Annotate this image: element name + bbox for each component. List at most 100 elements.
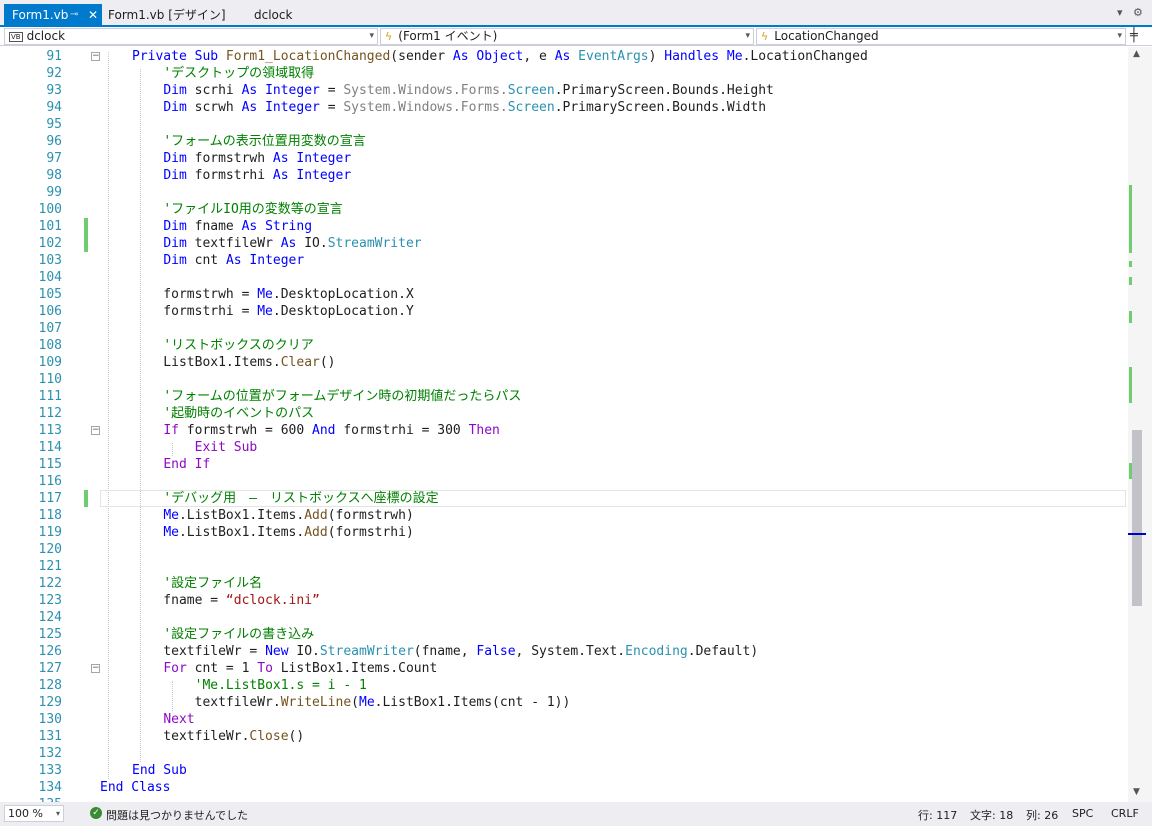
code-line[interactable]: 115 End If [0,456,1128,473]
code-line[interactable]: 109 ListBox1.Items.Clear() [0,354,1128,371]
code-line[interactable]: 129 textfileWr.WriteLine(Me.ListBox1.Ite… [0,694,1128,711]
code-line[interactable]: 104 [0,269,1128,286]
tab-dclock[interactable]: dclock [246,4,326,26]
code-line[interactable]: 114 Exit Sub [0,439,1128,456]
tab-form1-vb[interactable]: Form1.vb ⊸ ✕ [4,4,102,26]
code-line[interactable]: 103 Dim cnt As Integer [0,252,1128,269]
line-number: 98 [46,168,62,183]
scroll-down-icon[interactable]: ▼ [1133,787,1140,797]
code-line[interactable]: 134 End Class [0,779,1128,796]
line-ending-indicator[interactable]: CRLF [1111,807,1139,820]
code-line[interactable]: 116 [0,473,1128,490]
line-number: 102 [38,236,62,251]
code-line[interactable]: 110 [0,371,1128,388]
code-text: ListBox1.Items.Clear() [132,355,336,370]
gear-icon[interactable]: ⚙ [1133,6,1143,19]
code-line[interactable]: 124 [0,609,1128,626]
code-text: formstrwh = Me.DesktopLocation.X [132,287,414,302]
code-line[interactable]: 99 [0,184,1128,201]
scroll-up-icon[interactable]: ▲ [1133,49,1140,59]
vertical-scrollbar[interactable]: ▲ ▼ [1128,47,1152,802]
code-line[interactable]: 93 Dim scrhi As Integer = System.Windows… [0,82,1128,99]
code-line[interactable]: 97 Dim formstrwh As Integer [0,150,1128,167]
code-line[interactable]: 122 '設定ファイル名 [0,575,1128,592]
line-number: 105 [38,287,62,302]
tab-label: Form1.vb [12,8,69,22]
line-number: 130 [38,712,62,727]
code-text: '設定ファイルの書き込み [163,627,315,642]
code-line[interactable]: 105 formstrwh = Me.DesktopLocation.X [0,286,1128,303]
member-dropdown[interactable]: ϟ LocationChanged ▾ [756,28,1126,45]
project-dropdown[interactable]: VB dclock ▾ [4,28,378,45]
line-number: 104 [38,270,62,285]
code-line[interactable]: 107 [0,320,1128,337]
code-line[interactable]: 98 Dim formstrhi As Integer [0,167,1128,184]
tab-form1-design[interactable]: Form1.vb [デザイン] [100,4,240,26]
code-line[interactable]: 94 Dim scrwh As Integer = System.Windows… [0,99,1128,116]
code-line[interactable]: 113 − If formstrwh = 600 And formstrhi = … [0,422,1128,439]
code-line[interactable]: 123 fname = “dclock.ini” [0,592,1128,609]
tab-label: Form1.vb [デザイン] [108,8,226,22]
line-number: 122 [38,576,62,591]
code-line[interactable]: 131 textfileWr.Close() [0,728,1128,745]
code-line[interactable]: 120 [0,541,1128,558]
change-marker [1129,311,1132,323]
code-line[interactable]: 127 − For cnt = 1 To ListBox1.Items.Count [0,660,1128,677]
code-line[interactable]: 126 textfileWr = New IO.StreamWriter(fna… [0,643,1128,660]
collapse-icon[interactable]: − [91,664,100,673]
scrollbar-thumb[interactable] [1132,430,1142,606]
code-text: Dim fname As String [163,219,313,234]
code-line[interactable]: 112 '起動時のイベントのパス [0,405,1128,422]
check-icon[interactable]: ✓ [90,807,102,819]
change-marker [1129,261,1132,267]
code-text: 'デバッグ用 — リストボックスへ座標の設定 [163,491,439,506]
line-number: 103 [38,253,62,268]
chevron-down-icon: ▾ [369,31,374,41]
code-text: Me.ListBox1.Items.Add(formstrhi) [163,525,414,540]
code-line[interactable]: 92 'デスクトップの領域取得 [0,65,1128,82]
collapse-icon[interactable]: − [91,426,100,435]
code-line[interactable]: 96 'フォームの表示位置用変数の宣言 [0,133,1128,150]
code-line[interactable]: 117 'デバッグ用 — リストボックスへ座標の設定 [0,490,1128,507]
code-line[interactable]: 108 'リストボックスのクリア [0,337,1128,354]
code-editor[interactable]: 91 − Private Sub Form1_LocationChanged(sen… [0,47,1128,802]
code-line[interactable]: 101 Dim fname As String [0,218,1128,235]
code-line[interactable]: 128 'Me.ListBox1.s = i - 1 [0,677,1128,694]
code-line[interactable]: 119 Me.ListBox1.Items.Add(formstrhi) [0,524,1128,541]
close-icon[interactable]: ✕ [88,4,98,26]
code-line[interactable]: 118 Me.ListBox1.Items.Add(formstrwh) [0,507,1128,524]
code-line[interactable]: 130 Next [0,711,1128,728]
tab-list-dropdown-icon[interactable]: ▾ [1117,6,1123,19]
code-line[interactable]: 111 'フォームの位置がフォームデザイン時の初期値だったらパス [0,388,1128,405]
collapse-icon[interactable]: − [91,52,100,61]
split-window-icon[interactable]: ╪ [1130,28,1138,43]
code-text: End Sub [132,763,187,778]
code-line[interactable]: 133 End Sub [0,762,1128,779]
code-line[interactable]: 102 Dim textfileWr As IO.StreamWriter [0,235,1128,252]
code-text: For cnt = 1 To ListBox1.Items.Count [163,661,438,676]
code-text: fname = “dclock.ini” [132,593,320,608]
line-number: 100 [38,202,62,217]
code-line[interactable]: 121 [0,558,1128,575]
zoom-dropdown[interactable]: 100 % ▾ [4,805,64,822]
code-line[interactable]: 100 'ファイルIO用の変数等の宣言 [0,201,1128,218]
code-line[interactable]: 132 [0,745,1128,762]
member-name: LocationChanged [774,29,879,43]
code-text: Dim formstrhi As Integer [163,168,352,183]
line-number: 94 [46,100,62,115]
code-line[interactable]: 95 [0,116,1128,133]
line-number: 129 [38,695,62,710]
change-marker [1129,277,1132,285]
object-dropdown[interactable]: ϟ (Form1 イベント) ▾ [380,28,754,45]
issues-message[interactable]: 問題は見つかりませんでした [106,807,248,823]
code-text: If formstrwh = 600 And formstrhi = 300 T… [163,423,500,438]
whitespace-indicator[interactable]: SPC [1072,807,1093,820]
line-number: 111 [38,389,62,404]
pin-icon[interactable]: ⊸ [70,4,78,26]
code-text: End Class [100,780,171,795]
code-line[interactable]: 125 '設定ファイルの書き込み [0,626,1128,643]
change-marker [1129,367,1132,403]
code-line[interactable]: 91 − Private Sub Form1_LocationChanged(sen… [0,48,1128,65]
code-line[interactable]: 106 formstrhi = Me.DesktopLocation.Y [0,303,1128,320]
line-number: 95 [46,117,62,132]
